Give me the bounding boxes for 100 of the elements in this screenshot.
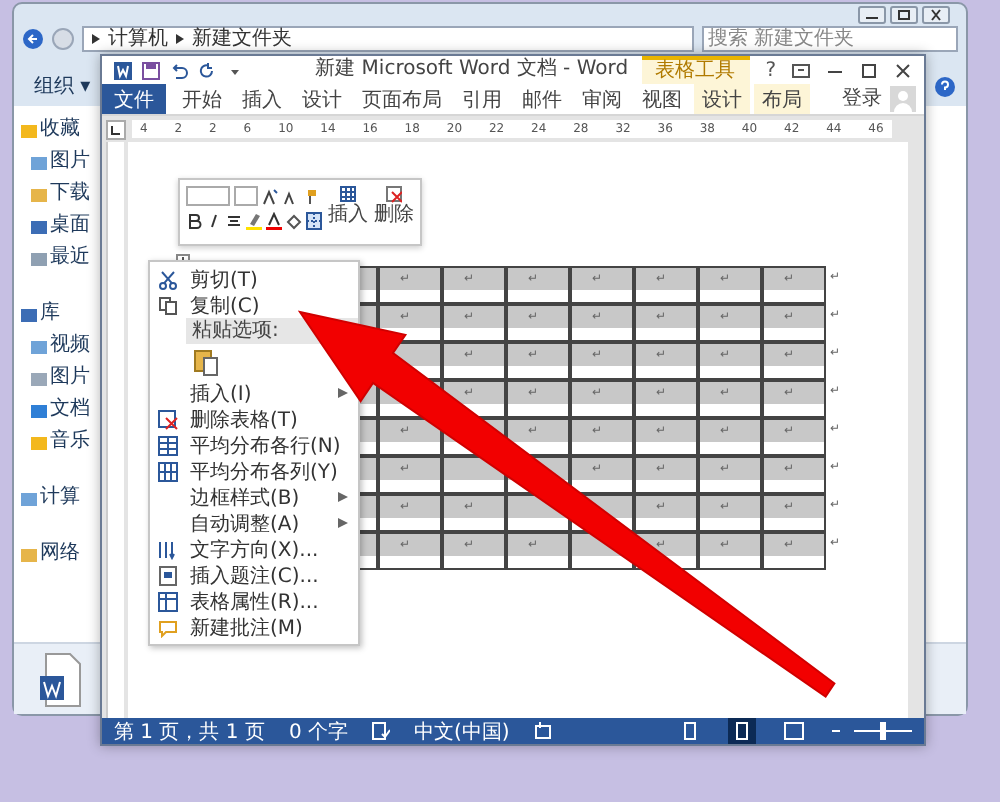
table-delete-icon: [158, 409, 178, 429]
nav-item[interactable]: 图片: [30, 366, 90, 390]
format-painter-icon[interactable]: [302, 187, 318, 205]
address-label: 计算机: [108, 28, 168, 50]
table-insert-icon: [340, 186, 356, 204]
minimize-icon[interactable]: [858, 6, 886, 24]
word-count: 0 个字: [288, 719, 348, 745]
save-icon[interactable]: [142, 61, 160, 79]
scissors-icon: [158, 269, 178, 289]
ribbon-tab[interactable]: 设计: [294, 84, 350, 114]
document-icon: [38, 651, 82, 707]
nav-item[interactable]: 图片: [30, 150, 90, 174]
language-label: 中文(中国): [414, 719, 510, 745]
caption-icon: [158, 565, 178, 585]
menu-item[interactable]: 表格属性(R)...: [150, 588, 358, 614]
address-label: 新建文件夹: [192, 28, 292, 50]
page-icon: [680, 722, 700, 740]
highlighter-icon[interactable]: [246, 212, 262, 230]
submenu-arrow-icon: [338, 518, 348, 528]
shading-icon[interactable]: [286, 212, 302, 230]
menu-item[interactable]: 删除表格(T): [150, 406, 358, 432]
ribbon-display-icon[interactable]: [792, 61, 810, 79]
copy-icon: [158, 295, 178, 315]
menu-item[interactable]: 平均分布各行(N): [150, 432, 358, 458]
table-delete-icon: [386, 186, 402, 204]
ribbon-tab[interactable]: 插入: [234, 84, 290, 114]
folder-icon: [20, 545, 38, 563]
menu-item[interactable]: 剪切(T): [150, 266, 358, 292]
window-title: 新建 Microsoft Word 文档 - Word: [313, 56, 631, 84]
ribbon-tab[interactable]: 页面布局: [354, 84, 450, 114]
address-bar[interactable]: 计算机 新建文件夹: [82, 26, 694, 52]
help-icon[interactable]: [934, 75, 956, 97]
italic-icon[interactable]: [206, 212, 222, 230]
borders-icon[interactable]: [306, 212, 322, 230]
ribbon-tab[interactable]: 文件: [102, 84, 166, 114]
submenu-arrow-icon: [338, 388, 348, 398]
nav-item[interactable]: 下载: [30, 182, 90, 206]
menu-item[interactable]: 平均分布各列(Y): [150, 458, 358, 484]
ribbon-tab[interactable]: 设计: [694, 84, 750, 114]
zoom-out-icon[interactable]: [832, 728, 840, 734]
menu-item[interactable]: 插入题注(C)...: [150, 562, 358, 588]
menu-item[interactable]: 新建批注(M): [150, 614, 358, 640]
insert-button[interactable]: 插入: [328, 186, 368, 238]
delete-button[interactable]: 删除: [374, 186, 414, 238]
maximize-icon[interactable]: [860, 61, 878, 79]
folder-icon: [20, 489, 38, 507]
organize-menu[interactable]: 组织 ▾: [34, 72, 91, 100]
menu-item[interactable]: 复制(C): [150, 292, 358, 318]
page-icon: [784, 722, 804, 740]
maximize-icon[interactable]: [890, 6, 918, 24]
close-icon[interactable]: [922, 6, 950, 24]
ribbon-tab[interactable]: 引用: [454, 84, 510, 114]
ribbon-tab[interactable]: 审阅: [574, 84, 630, 114]
menu-item[interactable]: 自动调整(A): [150, 510, 358, 536]
nav-item[interactable]: 计算: [20, 486, 80, 510]
contextual-tab-group: 表格工具: [641, 56, 750, 84]
text-direction-icon: [158, 539, 178, 559]
bold-icon[interactable]: [186, 212, 202, 230]
grow-font-icon[interactable]: [262, 187, 278, 205]
tab-stop-icon[interactable]: [106, 119, 126, 139]
view-button[interactable]: [780, 718, 808, 744]
center-align-icon[interactable]: [226, 212, 242, 230]
submenu-arrow-icon: [338, 492, 348, 502]
ribbon-tab[interactable]: 开始: [174, 84, 230, 114]
ribbon-tab[interactable]: 邮件: [514, 84, 570, 114]
nav-item[interactable]: 库: [20, 302, 60, 326]
table-properties-icon: [158, 591, 178, 611]
nav-item[interactable]: 最近: [30, 246, 90, 270]
font-color-icon[interactable]: [266, 212, 282, 230]
ribbon-tab[interactable]: 布局: [754, 84, 810, 114]
macro-icon[interactable]: [533, 722, 552, 740]
ribbon-tab[interactable]: 视图: [634, 84, 690, 114]
zoom-thumb[interactable]: [880, 722, 886, 740]
nav-item[interactable]: 视频: [30, 334, 90, 358]
columns-icon: [158, 461, 178, 481]
menu-item[interactable]: 插入(I): [150, 380, 358, 406]
undo-icon[interactable]: [170, 61, 188, 79]
shrink-font-icon[interactable]: [282, 187, 298, 205]
word-logo-icon: [114, 61, 132, 79]
nav-item[interactable]: 桌面: [30, 214, 90, 238]
help-button[interactable]: ?: [765, 59, 776, 81]
nav-item[interactable]: 音乐: [30, 430, 90, 454]
page-icon: [732, 722, 752, 740]
menu-item[interactable]: 边框样式(B): [150, 484, 358, 510]
nav-item[interactable]: 网络: [20, 542, 80, 566]
page-count: 第 1 页，共 1 页: [114, 719, 265, 745]
comment-icon: [158, 617, 178, 637]
back-icon[interactable]: [22, 28, 44, 50]
chevron-icon: [92, 34, 100, 44]
nav-item[interactable]: 收藏: [20, 118, 80, 142]
rows-icon: [158, 435, 178, 455]
proofing-icon[interactable]: [372, 722, 390, 740]
sign-in-link[interactable]: 登录: [842, 84, 882, 114]
nav-item[interactable]: 文档: [30, 398, 90, 422]
close-icon[interactable]: [894, 61, 912, 79]
menu-item[interactable]: 文字方向(X)...: [150, 536, 358, 562]
chevron-icon: [176, 34, 184, 44]
paste-icon[interactable]: [194, 348, 218, 376]
redo-icon[interactable]: [198, 61, 216, 79]
view-button[interactable]: [728, 718, 756, 744]
